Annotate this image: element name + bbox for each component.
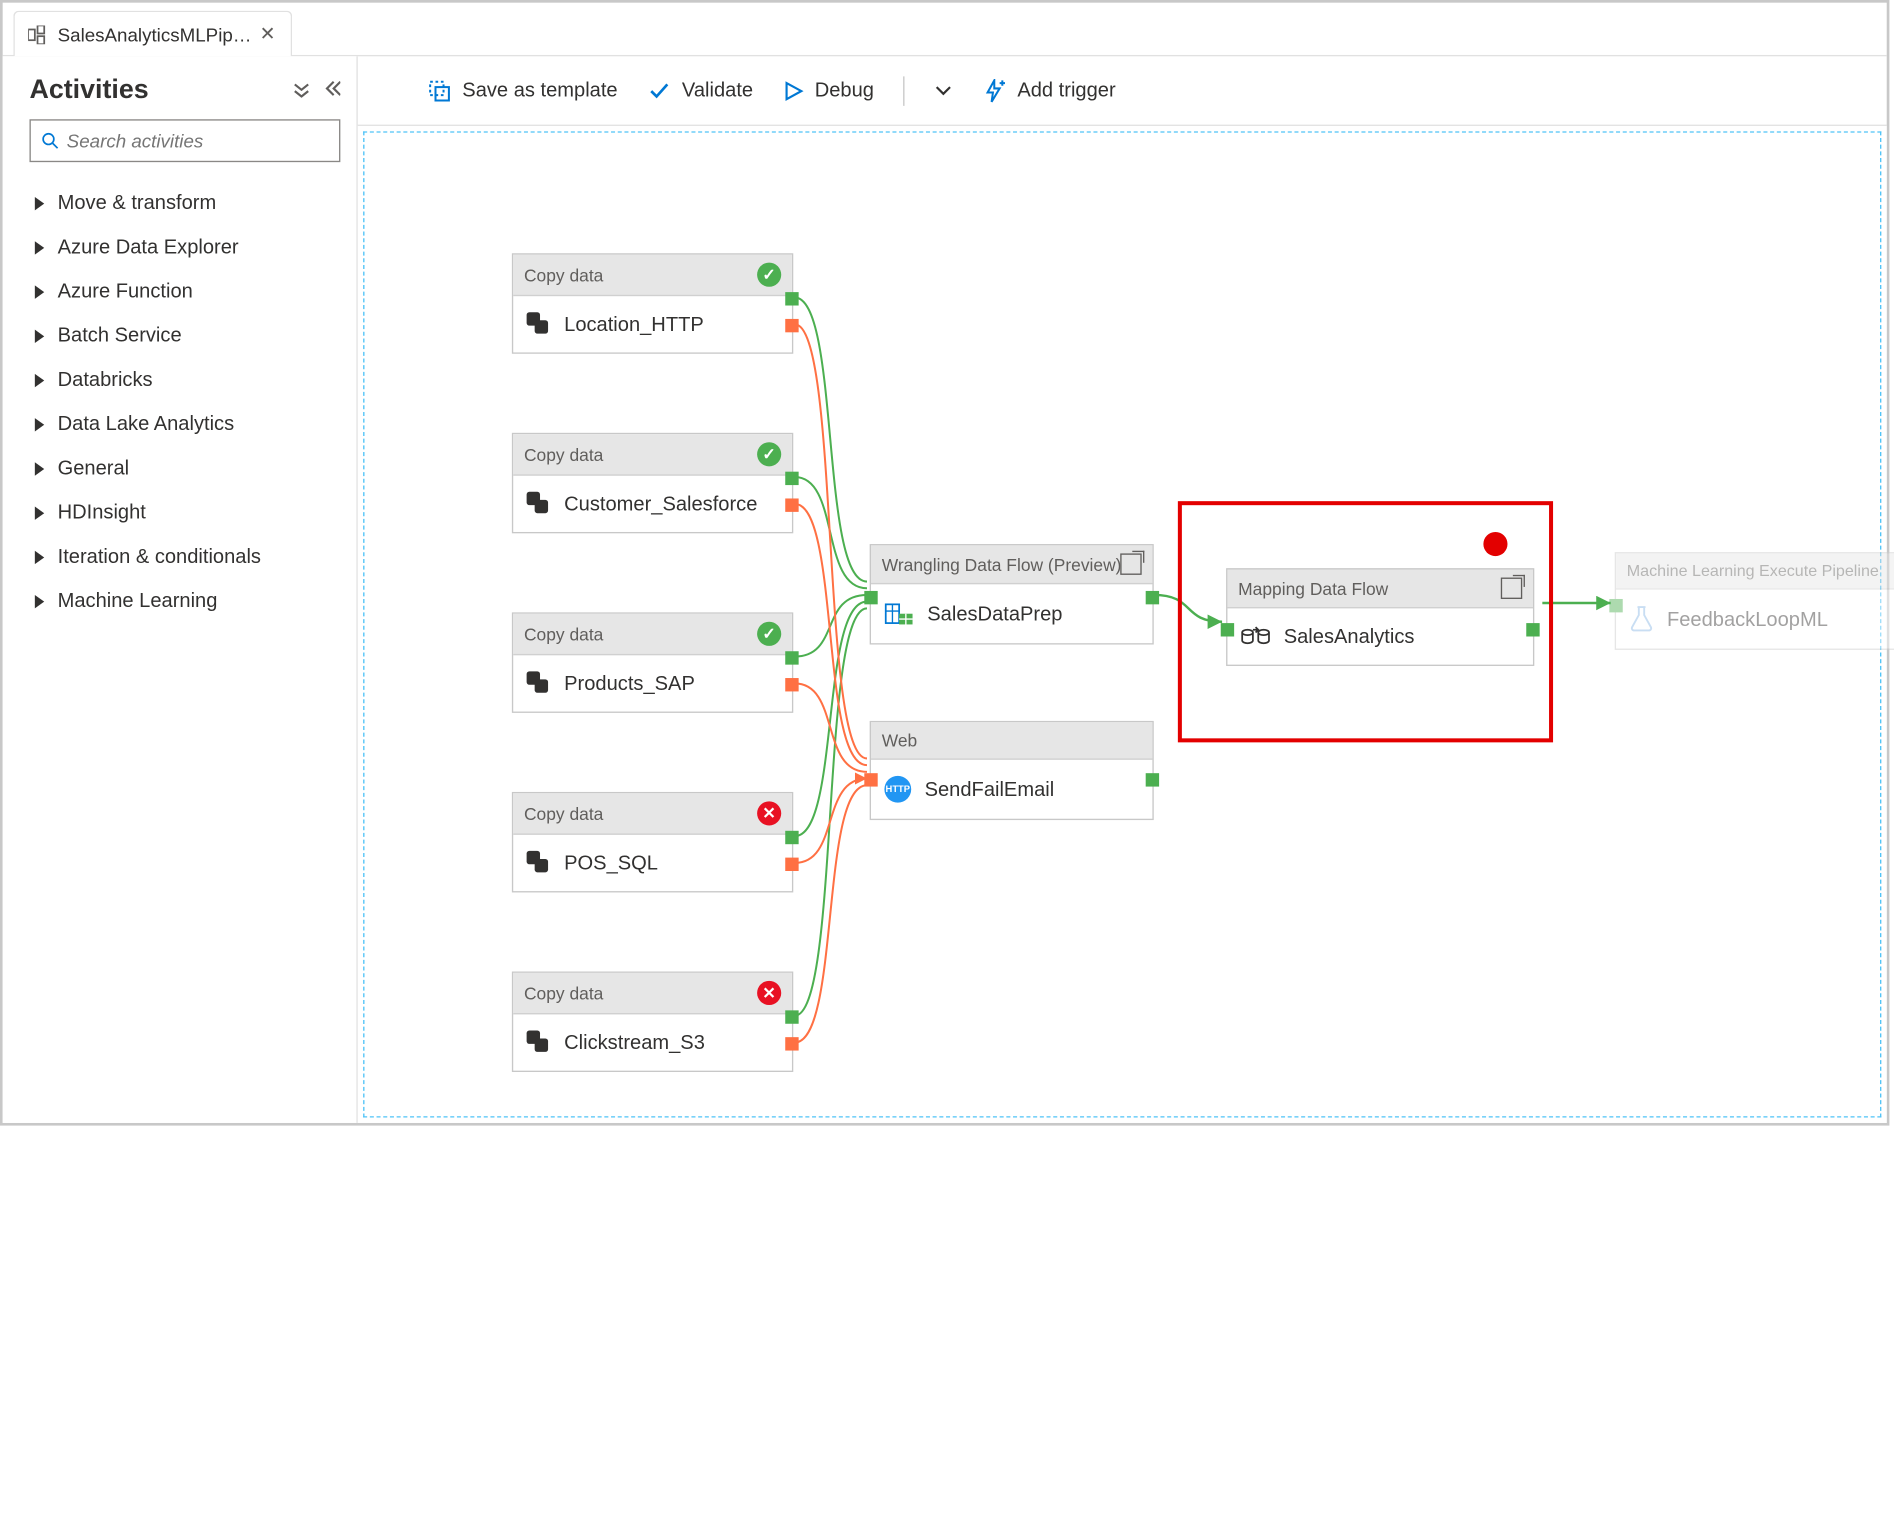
input-handle[interactable] [1609,599,1622,612]
category-move-transform[interactable]: Move & transform [29,181,340,225]
failure-handle[interactable] [785,498,798,511]
activity-ml-feedbackloop[interactable]: Machine Learning Execute Pipeline Feedba… [1615,552,1894,650]
check-icon [647,78,671,102]
open-icon[interactable] [1501,578,1522,599]
activities-sidebar: Activities Move & transform Azure Data E… [3,56,358,1123]
copy-data-icon [527,671,551,695]
collapse-panel-icon[interactable] [322,79,341,102]
debug-button[interactable]: Debug [783,79,874,102]
input-handle[interactable] [864,591,877,604]
activity-copy-location-http[interactable]: Copy data✓ Location_HTTP [512,253,793,354]
activity-copy-pos-sql[interactable]: Copy data✕ POS_SQL [512,792,793,893]
chevron-right-icon [35,329,44,342]
activity-copy-clickstream-s3[interactable]: Copy data✕ Clickstream_S3 [512,972,793,1073]
search-input[interactable] [67,130,329,151]
trigger-icon [982,78,1006,102]
failure-handle[interactable] [785,678,798,691]
failure-handle[interactable] [785,1037,798,1050]
activity-copy-products-sap[interactable]: Copy data✓ Products_SAP [512,612,793,713]
chevron-right-icon [35,285,44,298]
play-icon [783,80,804,101]
chevron-right-icon [35,241,44,254]
category-databricks[interactable]: Databricks [29,358,340,402]
validate-button[interactable]: Validate [647,78,753,102]
template-icon [427,78,451,102]
chevron-right-icon [35,373,44,386]
mapping-dataflow-icon [1241,624,1270,648]
category-azure-data-explorer[interactable]: Azure Data Explorer [29,225,340,269]
success-handle[interactable] [785,831,798,844]
failure-handle[interactable] [785,319,798,332]
input-handle[interactable] [1221,623,1234,636]
copy-data-icon [527,851,551,875]
activity-wrangling-salesdataprep[interactable]: Wrangling Data Flow (Preview) SalesDataP… [870,544,1154,645]
activity-copy-customer-salesforce[interactable]: Copy data✓ Customer_Salesforce [512,433,793,534]
success-handle[interactable] [1146,591,1159,604]
copy-data-icon [527,1030,551,1054]
add-trigger-button[interactable]: Add trigger [982,78,1115,102]
tab-pipeline[interactable]: SalesAnalyticsMLPip… ✕ [13,11,292,57]
http-icon: HTTP [884,776,911,803]
status-fail-icon: ✕ [757,981,781,1005]
category-azure-function[interactable]: Azure Function [29,269,340,313]
status-success-icon: ✓ [757,442,781,466]
sidebar-title: Activities [29,75,148,106]
tabstrip: SalesAnalyticsMLPip… ✕ [3,3,1887,57]
category-general[interactable]: General [29,446,340,490]
open-icon[interactable] [1120,553,1141,574]
category-iteration-conditionals[interactable]: Iteration & conditionals [29,535,340,579]
success-handle[interactable] [1146,773,1159,786]
status-success-icon: ✓ [757,622,781,646]
success-handle[interactable] [785,651,798,664]
status-fail-icon: ✕ [757,801,781,825]
debug-dropdown-button[interactable] [934,81,953,100]
activity-web-sendfailemail[interactable]: Web HTTP SendFailEmail [870,721,1154,820]
ml-flask-icon [1629,606,1653,633]
success-handle[interactable] [785,1010,798,1023]
chevron-right-icon [35,594,44,607]
search-activities[interactable] [29,119,340,162]
category-machine-learning[interactable]: Machine Learning [29,579,340,623]
chevron-right-icon [35,417,44,430]
copy-data-icon [527,492,551,516]
chevron-down-icon [934,81,953,100]
status-success-icon: ✓ [757,263,781,287]
tab-title: SalesAnalyticsMLPip… [58,23,252,44]
wrangling-icon [884,600,913,627]
activity-mapping-salesanalytics[interactable]: Mapping Data Flow SalesAnalytics [1226,568,1534,666]
chevron-right-icon [35,550,44,563]
chevron-right-icon [35,196,44,209]
success-handle[interactable] [1526,623,1539,636]
search-icon [42,131,59,150]
save-as-template-button[interactable]: Save as template [427,78,617,102]
category-hdinsight[interactable]: HDInsight [29,490,340,534]
chevron-right-icon [35,462,44,475]
expand-all-icon[interactable] [292,79,311,102]
canvas-toolbar: Save as template Validate Debug Add trig… [358,56,1887,126]
failure-handle[interactable] [785,858,798,871]
category-data-lake-analytics[interactable]: Data Lake Analytics [29,402,340,446]
close-icon[interactable]: ✕ [260,23,276,46]
success-handle[interactable] [785,472,798,485]
copy-data-icon [527,312,551,336]
pipeline-icon [28,25,49,44]
success-handle[interactable] [785,292,798,305]
pipeline-canvas[interactable]: Copy data✓ Location_HTTP Copy data✓ Cust… [358,126,1887,1123]
input-handle[interactable] [864,773,877,786]
breakpoint-indicator-icon [1483,532,1507,556]
category-batch-service[interactable]: Batch Service [29,314,340,358]
toolbar-divider [903,76,904,105]
chevron-right-icon [35,506,44,519]
